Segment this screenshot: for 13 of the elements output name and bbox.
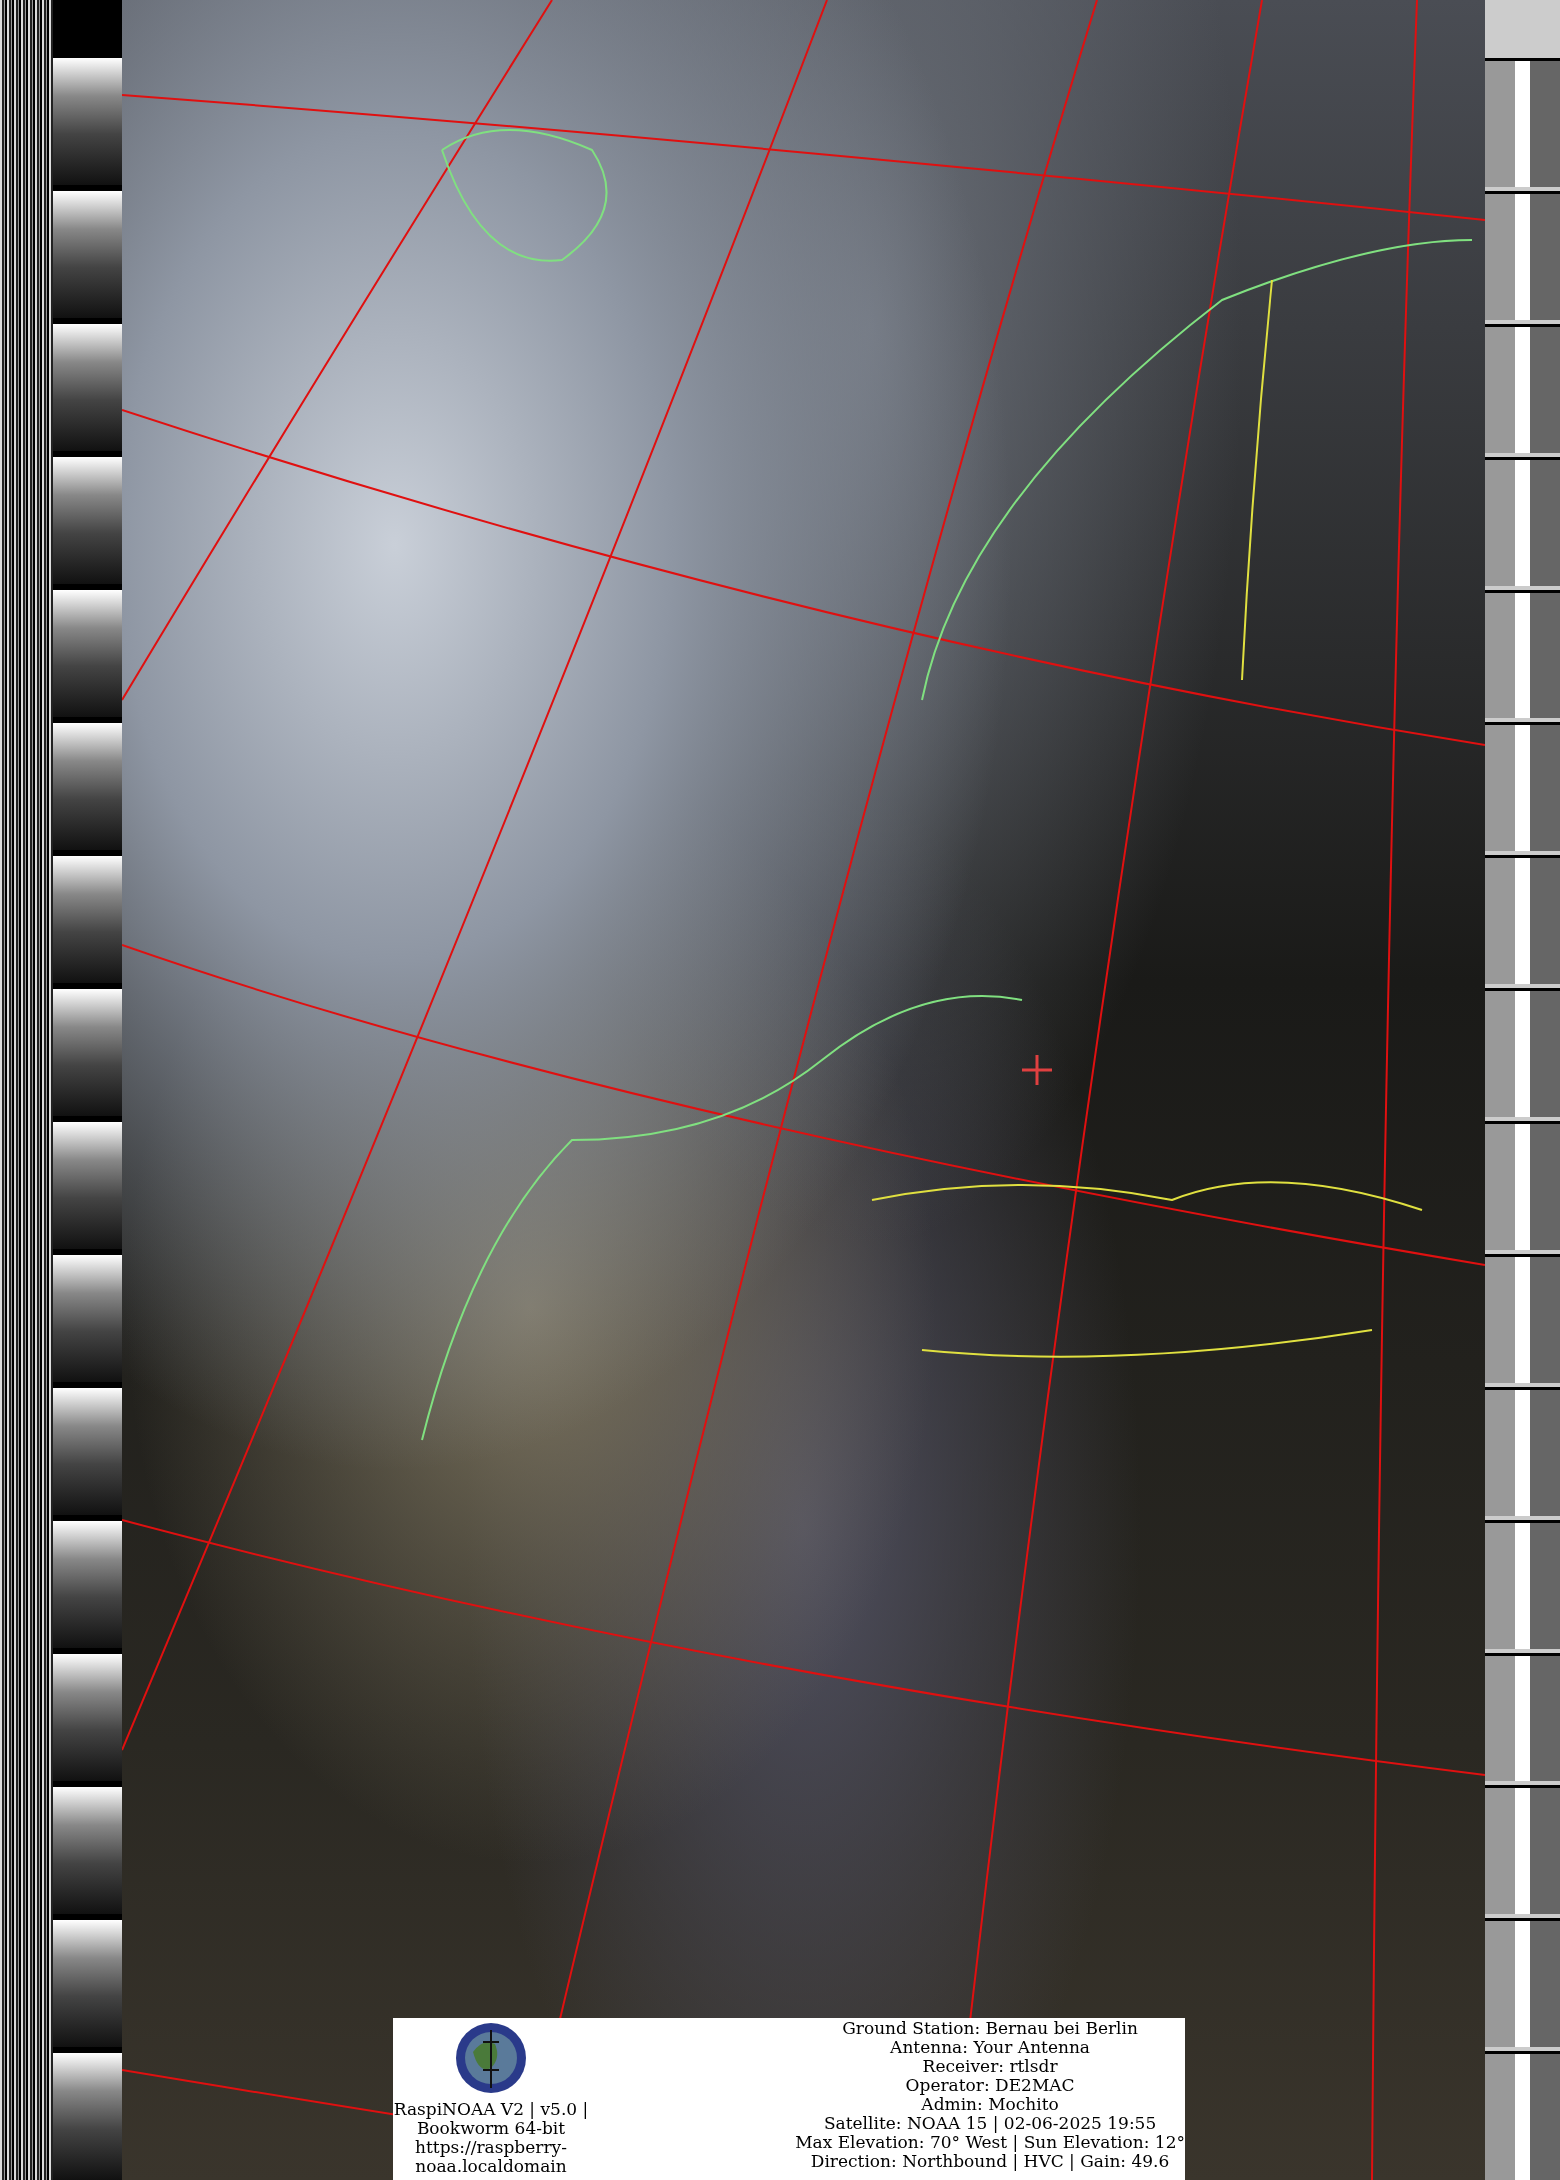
pass-info-text: Receiver: rtlsdr (922, 2057, 1058, 2076)
station-info-text: Bookworm 64-bit (416, 2119, 566, 2138)
pass-info-text: Satellite: NOAA 15 | 02-06-2025 19:55 (823, 2114, 1157, 2133)
station-info-text: https://raspberry- (415, 2138, 567, 2157)
pass-info-text: Direction: Northbound | HVC | Gain: 49.6 (810, 2152, 1170, 2171)
pass-info-text: Max Elevation: 70° West | Sun Elevation: 12° (795, 2133, 1185, 2152)
pass-info-text: Ground Station: Bernau bei Berlin (842, 2019, 1138, 2038)
pass-info-text: Admin: Mochito (921, 2095, 1059, 2114)
emblem-logo-icon (455, 2022, 527, 2094)
station-info-text: RaspiNOAA V2 | v5.0 | (393, 2100, 589, 2119)
pass-info-text: Operator: DE2MAC (905, 2076, 1075, 2095)
pass-info-text: Antenna: Your Antenna (890, 2038, 1090, 2057)
station-info-text: noaa.localdomain (415, 2157, 567, 2176)
